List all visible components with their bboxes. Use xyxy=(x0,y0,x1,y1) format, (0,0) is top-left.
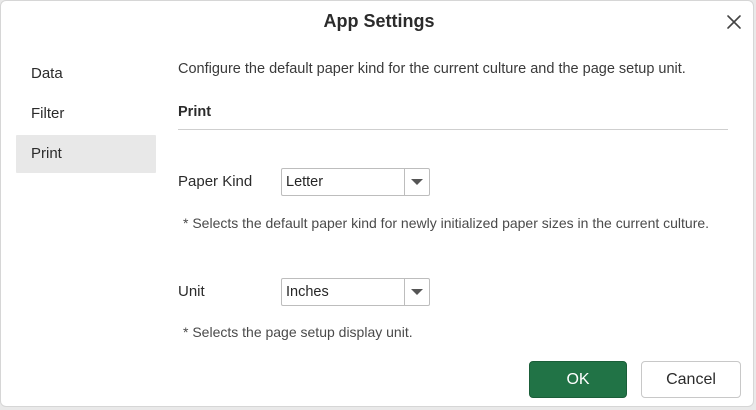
sidebar-item-filter[interactable]: Filter xyxy=(16,95,156,133)
ok-button[interactable]: OK xyxy=(529,361,627,398)
unit-dropdown[interactable]: Inches xyxy=(281,278,430,306)
paper-kind-dropdown[interactable]: Letter xyxy=(281,168,430,196)
chevron-down-icon xyxy=(411,289,423,295)
settings-sidebar: Data Filter Print xyxy=(16,55,156,175)
unit-dropdown-toggle[interactable] xyxy=(404,279,429,305)
settings-description: Configure the default paper kind for the… xyxy=(178,61,686,77)
sidebar-item-label: Filter xyxy=(31,105,65,122)
unit-value: Inches xyxy=(286,284,329,300)
cancel-button[interactable]: Cancel xyxy=(641,361,741,398)
paper-kind-label: Paper Kind xyxy=(178,173,253,190)
sidebar-item-label: Data xyxy=(31,65,63,82)
unit-label: Unit xyxy=(178,283,205,300)
sidebar-item-print[interactable]: Print xyxy=(16,135,156,173)
app-settings-dialog: App Settings Data Filter Print Configure… xyxy=(0,0,754,407)
paper-kind-hint: * Selects the default paper kind for new… xyxy=(183,215,710,231)
section-divider xyxy=(178,129,728,130)
paper-kind-value: Letter xyxy=(286,174,324,190)
sidebar-item-label: Print xyxy=(31,145,62,162)
chevron-down-icon xyxy=(411,179,423,185)
close-button[interactable] xyxy=(722,10,746,34)
dialog-title: App Settings xyxy=(323,11,435,31)
section-title: Print xyxy=(178,104,212,120)
close-icon xyxy=(727,15,741,29)
paper-kind-dropdown-toggle[interactable] xyxy=(404,169,429,195)
unit-hint: * Selects the page setup display unit. xyxy=(183,324,413,340)
sidebar-item-data[interactable]: Data xyxy=(16,55,156,93)
